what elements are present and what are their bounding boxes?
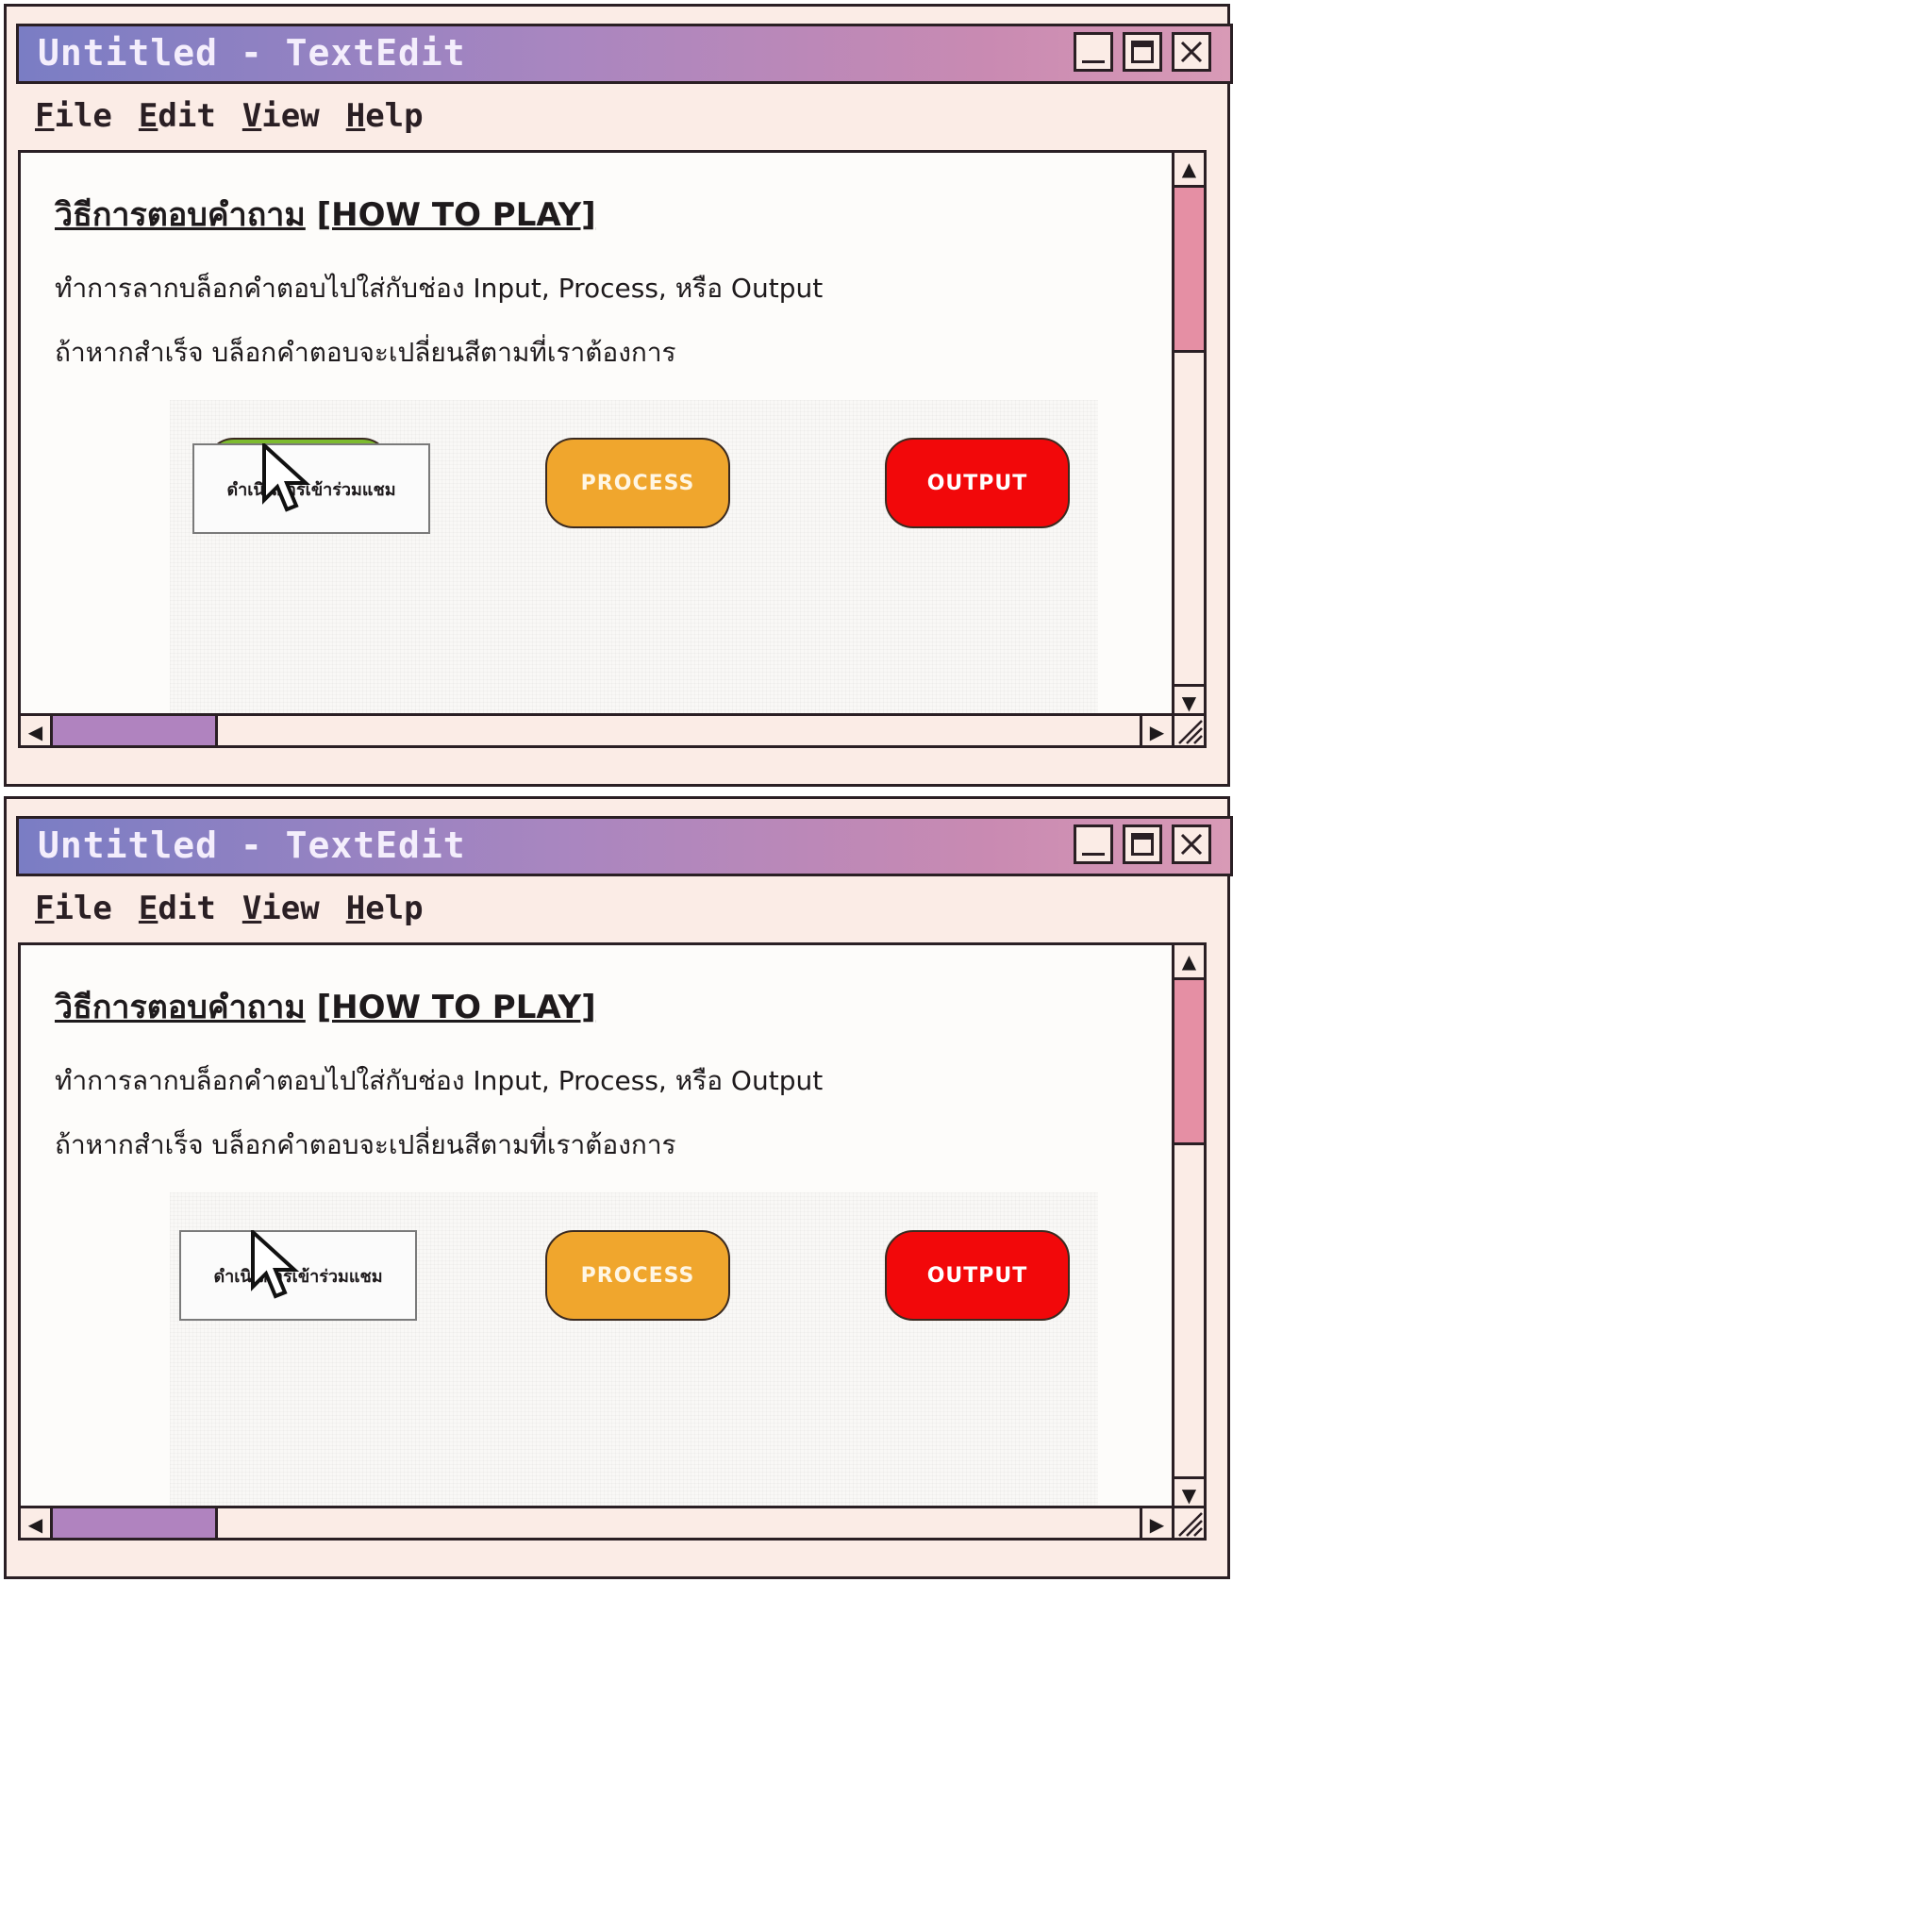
drop-area: PROCESS OUTPUT ดำเนินการเข้าร่วมแชม [170,1192,1098,1507]
menu-bar: File Edit View Help [35,97,424,139]
triangle-up-icon[interactable]: ▲ [1174,153,1204,188]
minimize-icon[interactable] [1074,32,1113,72]
triangle-up-icon[interactable]: ▲ [1174,945,1204,980]
page-title: วิธีการตอบคำถาม [HOW TO PLAY] [55,989,596,1026]
menu-view[interactable]: View [242,890,320,931]
close-icon[interactable] [1172,824,1211,864]
maximize-icon[interactable] [1123,824,1162,864]
textedit-window: Untitled - TextEdit File Edit View Help … [4,4,1233,787]
horizontal-scroll-thumb[interactable] [53,1508,218,1538]
menu-help[interactable]: Help [346,890,424,931]
menu-file[interactable]: File [35,890,112,931]
menu-help[interactable]: Help [346,97,424,139]
maximize-icon[interactable] [1123,32,1162,72]
arrow-cursor-icon [262,443,311,512]
process-drop-slot[interactable]: PROCESS [545,438,730,528]
title-bar[interactable]: Untitled - TextEdit [16,24,1233,84]
resize-grip-icon[interactable] [1172,1508,1204,1538]
menu-edit[interactable]: Edit [139,890,216,931]
triangle-left-icon[interactable]: ◀ [21,716,53,745]
document-area: วิธีการตอบคำถาม [HOW TO PLAY] ทำการลากบล… [18,150,1207,748]
menu-edit[interactable]: Edit [139,97,216,139]
frame-2: Untitled - TextEdit File Edit View Help … [0,792,1238,1585]
close-icon[interactable] [1172,32,1211,72]
vertical-scrollbar[interactable]: ▲ ▼ [1172,945,1204,1538]
document-area: วิธีการตอบคำถาม [HOW TO PLAY] ทำการลากบล… [18,942,1207,1541]
resize-grip-icon[interactable] [1172,716,1204,745]
vertical-scrollbar[interactable]: ▲ ▼ [1172,153,1204,745]
drop-area: PROCESS OUTPUT ดำเนินการเข้าร่วมแชม [170,400,1098,715]
instruction-line-1: ทำการลากบล็อกคำตอบไปใส่กับช่อง Input, Pr… [55,1065,824,1096]
horizontal-scroll-thumb[interactable] [53,716,218,745]
answer-block[interactable]: ดำเนินการเข้าร่วมแชม [192,443,430,534]
instruction-line-2: ถ้าหากสำเร็จ บล็อกคำตอบจะเปลี่ยนสีตามที่… [55,1129,676,1160]
title-bar[interactable]: Untitled - TextEdit [16,816,1233,876]
triangle-right-icon[interactable]: ▶ [1140,716,1174,745]
window-title: Untitled - TextEdit [38,824,466,866]
triangle-left-icon[interactable]: ◀ [21,1508,53,1538]
vertical-scroll-thumb[interactable] [1174,980,1204,1145]
menu-view[interactable]: View [242,97,320,139]
instruction-line-1: ทำการลากบล็อกคำตอบไปใส่กับช่อง Input, Pr… [55,273,824,304]
output-drop-slot[interactable]: OUTPUT [885,438,1070,528]
textedit-window: Untitled - TextEdit File Edit View Help … [4,796,1233,1579]
window-title: Untitled - TextEdit [38,32,466,74]
triangle-right-icon[interactable]: ▶ [1140,1508,1174,1538]
page-title: วิธีการตอบคำถาม [HOW TO PLAY] [55,196,596,234]
frame-1: Untitled - TextEdit File Edit View Help … [0,0,1238,792]
horizontal-scrollbar[interactable]: ◀ ▶ [21,1506,1204,1538]
horizontal-scrollbar[interactable]: ◀ ▶ [21,713,1204,745]
instruction-line-2: ถ้าหากสำเร็จ บล็อกคำตอบจะเปลี่ยนสีตามที่… [55,337,676,368]
arrow-cursor-icon [251,1230,300,1299]
menu-bar: File Edit View Help [35,890,424,931]
output-drop-slot[interactable]: OUTPUT [885,1230,1070,1321]
process-drop-slot[interactable]: PROCESS [545,1230,730,1321]
minimize-icon[interactable] [1074,824,1113,864]
vertical-scroll-thumb[interactable] [1174,188,1204,353]
menu-file[interactable]: File [35,97,112,139]
